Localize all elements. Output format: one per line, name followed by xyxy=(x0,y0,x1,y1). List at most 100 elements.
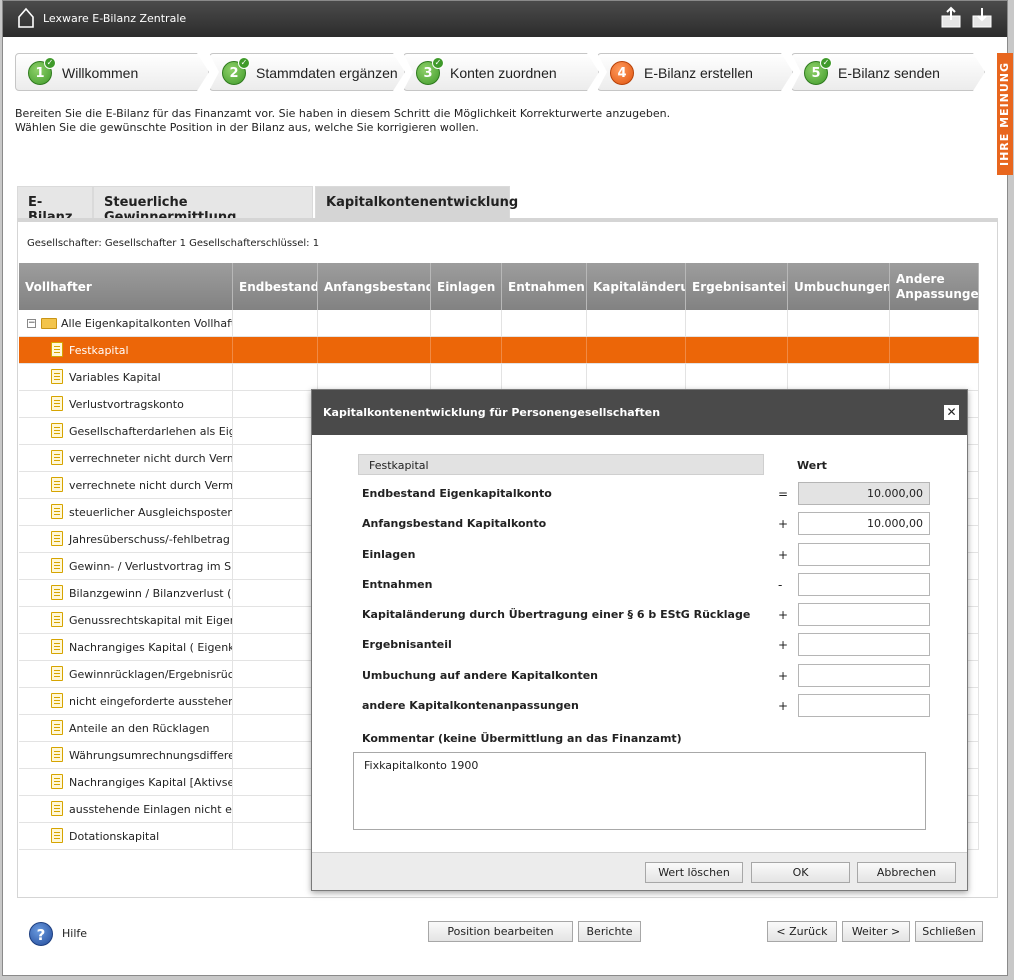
field-operator: + xyxy=(778,548,789,562)
grid-cell[interactable] xyxy=(233,391,318,417)
field-value-input[interactable] xyxy=(798,573,930,596)
title-bar: Lexware E-Bilanz Zentrale xyxy=(3,1,1007,37)
edit-position-button[interactable]: Position bearbeiten xyxy=(428,921,573,942)
row-label: Nachrangiges Kapital [Aktivseite] xyxy=(69,776,232,789)
grid-cell[interactable] xyxy=(233,688,318,714)
row-label: Gewinnrücklagen/Ergebnisrücklagen xyxy=(69,668,232,681)
grid-cell[interactable] xyxy=(233,364,318,390)
close-icon[interactable]: ✕ xyxy=(944,405,959,420)
col-header-umbuchungen[interactable]: Umbuchungen xyxy=(788,263,890,310)
cancel-button[interactable]: Abbrechen xyxy=(857,862,956,883)
grid-cell[interactable] xyxy=(431,337,502,363)
col-header-ergebnisanteil[interactable]: Ergebnisanteil xyxy=(686,263,788,310)
grid-cell[interactable] xyxy=(587,364,686,390)
row-label-cell: ausstehende Einlagen nicht eingefordert xyxy=(19,796,233,822)
col-header-vollhafter[interactable]: Vollhafter xyxy=(19,263,233,310)
home-icon[interactable] xyxy=(17,7,35,29)
tab-kapitalkontenentwicklung[interactable]: Kapitalkontenentwicklung xyxy=(315,186,518,218)
grid-cell[interactable] xyxy=(233,661,318,687)
grid-cell[interactable] xyxy=(686,364,788,390)
grid-cell[interactable] xyxy=(233,499,318,525)
document-icon xyxy=(51,801,63,816)
ok-button[interactable]: OK xyxy=(751,862,850,883)
field-row: Entnahmen - xyxy=(362,573,942,597)
grid-cell[interactable] xyxy=(686,337,788,363)
back-button[interactable]: < Zurück xyxy=(767,921,837,942)
grid-cell[interactable] xyxy=(890,337,979,363)
grid-cell xyxy=(318,310,431,336)
grid-cell[interactable] xyxy=(233,715,318,741)
comment-input[interactable] xyxy=(353,752,926,830)
grid-cell[interactable] xyxy=(431,364,502,390)
step-stammdaten[interactable]: 2 ✓ Stammdaten ergänzen xyxy=(209,53,405,91)
grid-cell[interactable] xyxy=(788,364,890,390)
col-header-einlagen[interactable]: Einlagen xyxy=(431,263,502,310)
checkmark-icon: ✓ xyxy=(44,57,56,69)
grid-cell[interactable] xyxy=(233,445,318,471)
grid-cell[interactable] xyxy=(233,418,318,444)
grid-cell[interactable] xyxy=(233,607,318,633)
step-willkommen[interactable]: 1 ✓ Willkommen xyxy=(15,53,209,91)
field-value-input[interactable] xyxy=(798,633,930,656)
field-value-input[interactable] xyxy=(798,603,930,626)
col-header-kapitalaenderung[interactable]: Kapitaländerung xyxy=(587,263,686,310)
field-value-input[interactable] xyxy=(798,694,930,717)
grid-cell[interactable] xyxy=(318,337,431,363)
grid-cell[interactable] xyxy=(233,796,318,822)
grid-cell[interactable] xyxy=(788,337,890,363)
help-link[interactable]: Hilfe xyxy=(62,927,87,940)
grid-cell[interactable] xyxy=(233,823,318,849)
col-header-entnahmen[interactable]: Entnahmen xyxy=(502,263,587,310)
next-button[interactable]: Weiter > xyxy=(842,921,910,942)
export-icon[interactable] xyxy=(939,6,963,30)
grid-cell xyxy=(788,310,890,336)
grid-cell[interactable] xyxy=(233,634,318,660)
field-row: Umbuchung auf andere Kapitalkonten + xyxy=(362,664,942,688)
row-label: Bilanzgewinn / Bilanzverlust (Bilanz) xyxy=(69,587,232,600)
step-ebilanz-erstellen[interactable]: 4 E-Bilanz erstellen xyxy=(597,53,793,91)
step-label: E-Bilanz senden xyxy=(838,65,940,81)
feedback-tab[interactable]: IHRE MEINUNG xyxy=(997,53,1013,175)
grid-cell[interactable] xyxy=(502,364,587,390)
collapse-icon[interactable]: − xyxy=(27,319,36,328)
row-label: verrechnete nicht durch Vermögenseinlage… xyxy=(69,479,233,492)
col-header-anfangsbestand[interactable]: Anfangsbestand xyxy=(318,263,431,310)
position-label: Festkapital xyxy=(358,454,764,475)
table-row[interactable]: Festkapital xyxy=(19,337,979,364)
tab-ebilanz[interactable]: E-Bilanz xyxy=(17,186,93,225)
grid-cell[interactable] xyxy=(233,742,318,768)
table-row[interactable]: Variables Kapital xyxy=(19,364,979,391)
grid-cell[interactable] xyxy=(233,553,318,579)
document-icon xyxy=(51,612,63,627)
grid-cell[interactable] xyxy=(233,337,318,363)
grid-cell[interactable] xyxy=(502,337,587,363)
tab-steuerliche-gewinnermittlung[interactable]: Steuerliche Gewinnermittlung xyxy=(93,186,313,225)
step-ebilanz-senden[interactable]: 5 ✓ E-Bilanz senden xyxy=(791,53,985,91)
import-icon[interactable] xyxy=(970,6,994,30)
field-value-input[interactable] xyxy=(798,512,930,535)
help-icon[interactable]: ? xyxy=(29,922,53,946)
grid-cell[interactable] xyxy=(233,769,318,795)
step-konten-zuordnen[interactable]: 3 ✓ Konten zuordnen xyxy=(403,53,599,91)
intro-line-2: Wählen Sie die gewünschte Position in de… xyxy=(15,121,479,134)
field-value-input[interactable] xyxy=(798,543,930,566)
grid-cell[interactable] xyxy=(233,580,318,606)
close-button[interactable]: Schließen xyxy=(915,921,983,942)
tree-root-row[interactable]: − Alle Eigenkapitalkonten Vollhafter xyxy=(19,310,979,337)
grid-cell[interactable] xyxy=(318,364,431,390)
reports-button[interactable]: Berichte xyxy=(578,921,641,942)
grid-cell xyxy=(502,310,587,336)
document-icon xyxy=(51,639,63,654)
grid-cell[interactable] xyxy=(587,337,686,363)
dialog-footer: Wert löschen OK Abbrechen xyxy=(312,852,967,890)
field-label: Entnahmen xyxy=(362,578,433,591)
clear-value-button[interactable]: Wert löschen xyxy=(645,862,743,883)
grid-cell[interactable] xyxy=(233,472,318,498)
row-label-cell: Variables Kapital xyxy=(19,364,233,390)
grid-cell[interactable] xyxy=(890,364,979,390)
col-header-endbestand[interactable]: Endbestand xyxy=(233,263,318,310)
field-label: Anfangsbestand Kapitalkonto xyxy=(362,517,547,530)
col-header-andere-anpassungen[interactable]: Andere Anpassungen xyxy=(890,263,979,310)
grid-cell[interactable] xyxy=(233,526,318,552)
field-value-input[interactable] xyxy=(798,664,930,687)
